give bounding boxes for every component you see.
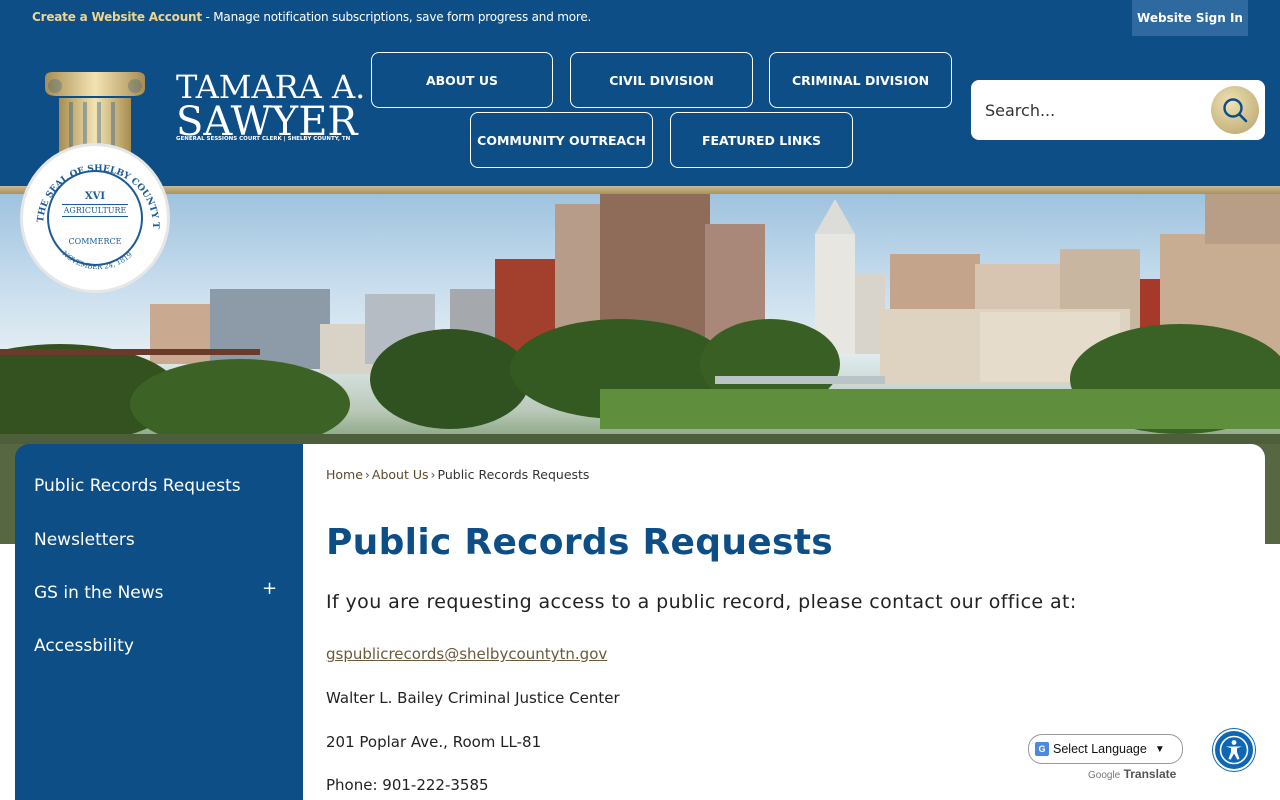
address-line-1: Walter L. Bailey Criminal Justice Center (326, 689, 620, 707)
google-wordmark: Google (1088, 770, 1121, 781)
nav-criminal-division[interactable]: CRIMINAL DIVISION (769, 52, 952, 108)
create-account-link[interactable]: Create a Website Account (32, 10, 202, 24)
breadcrumb-separator: › (364, 467, 370, 482)
accessibility-icon (1219, 735, 1249, 765)
seal-ring: THE SEAL OF SHELBY COUNTY TENNESSEE NOVE… (23, 146, 160, 271)
nav-community-outreach[interactable]: COMMUNITY OUTREACH (470, 112, 653, 168)
expand-gs-in-the-news-button[interactable]: + (262, 578, 277, 599)
sidebar-item-public-records-requests[interactable]: Public Records Requests (34, 476, 241, 496)
chevron-down-icon: ▼ (1154, 743, 1165, 755)
svg-text:NOVEMBER 24, 1819: NOVEMBER 24, 1819 (60, 249, 133, 271)
brand-wordmark[interactable]: TAMARA A. SAWYER (176, 70, 365, 145)
svg-text:THE SEAL OF SHELBY COUNTY TENN: THE SEAL OF SHELBY COUNTY TENNESSEE (23, 146, 160, 229)
language-select[interactable]: G Select Language ▼ (1028, 734, 1183, 764)
phone-number: Phone: 901-222-3585 (326, 776, 489, 794)
nav-about-us[interactable]: ABOUT US (371, 52, 553, 108)
breadcrumb: Home › About Us › Public Records Requests (326, 467, 589, 482)
nav-featured-links[interactable]: FEATURED LINKS (670, 112, 853, 168)
translate-wordmark: Translate (1123, 767, 1177, 781)
records-email-link[interactable]: gspublicrecords@shelbycountytn.gov (326, 645, 607, 663)
seal-ring-date-text: NOVEMBER 24, 1819 (60, 249, 133, 271)
breadcrumb-separator: › (430, 467, 436, 482)
header-gold-stripe (0, 186, 1280, 194)
page-title: Public Records Requests (326, 522, 833, 563)
sidebar-item-accessbility[interactable]: Accessbility (34, 636, 134, 656)
search-button[interactable] (1211, 86, 1259, 134)
brand-name-line2: SAWYER (176, 99, 358, 145)
website-sign-in-button[interactable]: Website Sign In (1132, 0, 1248, 36)
search-input[interactable] (985, 98, 1205, 122)
breadcrumb-home[interactable]: Home (326, 467, 363, 482)
intro-text: If you are requesting access to a public… (326, 591, 1077, 613)
address-line-2: 201 Poplar Ave., Room LL-81 (326, 733, 542, 751)
powered-by-google-translate[interactable]: Google Translate (1088, 767, 1176, 781)
google-translate-icon: G (1035, 742, 1049, 756)
breadcrumb-about-us[interactable]: About Us (372, 467, 429, 482)
sidebar-nav (15, 444, 303, 800)
nav-civil-division[interactable]: CIVIL DIVISION (570, 52, 753, 108)
brand-subtitle: GENERAL SESSIONS COURT CLERK | SHELBY CO… (176, 136, 351, 142)
breadcrumb-current: Public Records Requests (437, 467, 590, 482)
language-select-label: Select Language (1053, 742, 1147, 756)
shelby-county-seal: THE SEAL OF SHELBY COUNTY TENNESSEE NOVE… (20, 143, 170, 293)
account-promo: Create a Website Account - Manage notifi… (32, 10, 591, 24)
sidebar-item-gs-in-the-news[interactable]: GS in the News (34, 583, 164, 603)
pillar-logo-icon[interactable] (41, 72, 149, 154)
sidebar-item-newsletters[interactable]: Newsletters (34, 530, 135, 550)
search-icon (1223, 98, 1248, 123)
top-utility-bar: Create a Website Account - Manage notifi… (0, 0, 1280, 36)
account-promo-text: - Manage notification subscriptions, sav… (201, 10, 592, 24)
seal-ring-top-text: THE SEAL OF SHELBY COUNTY TENNESSEE (23, 146, 160, 229)
accessibility-button[interactable] (1213, 729, 1255, 771)
